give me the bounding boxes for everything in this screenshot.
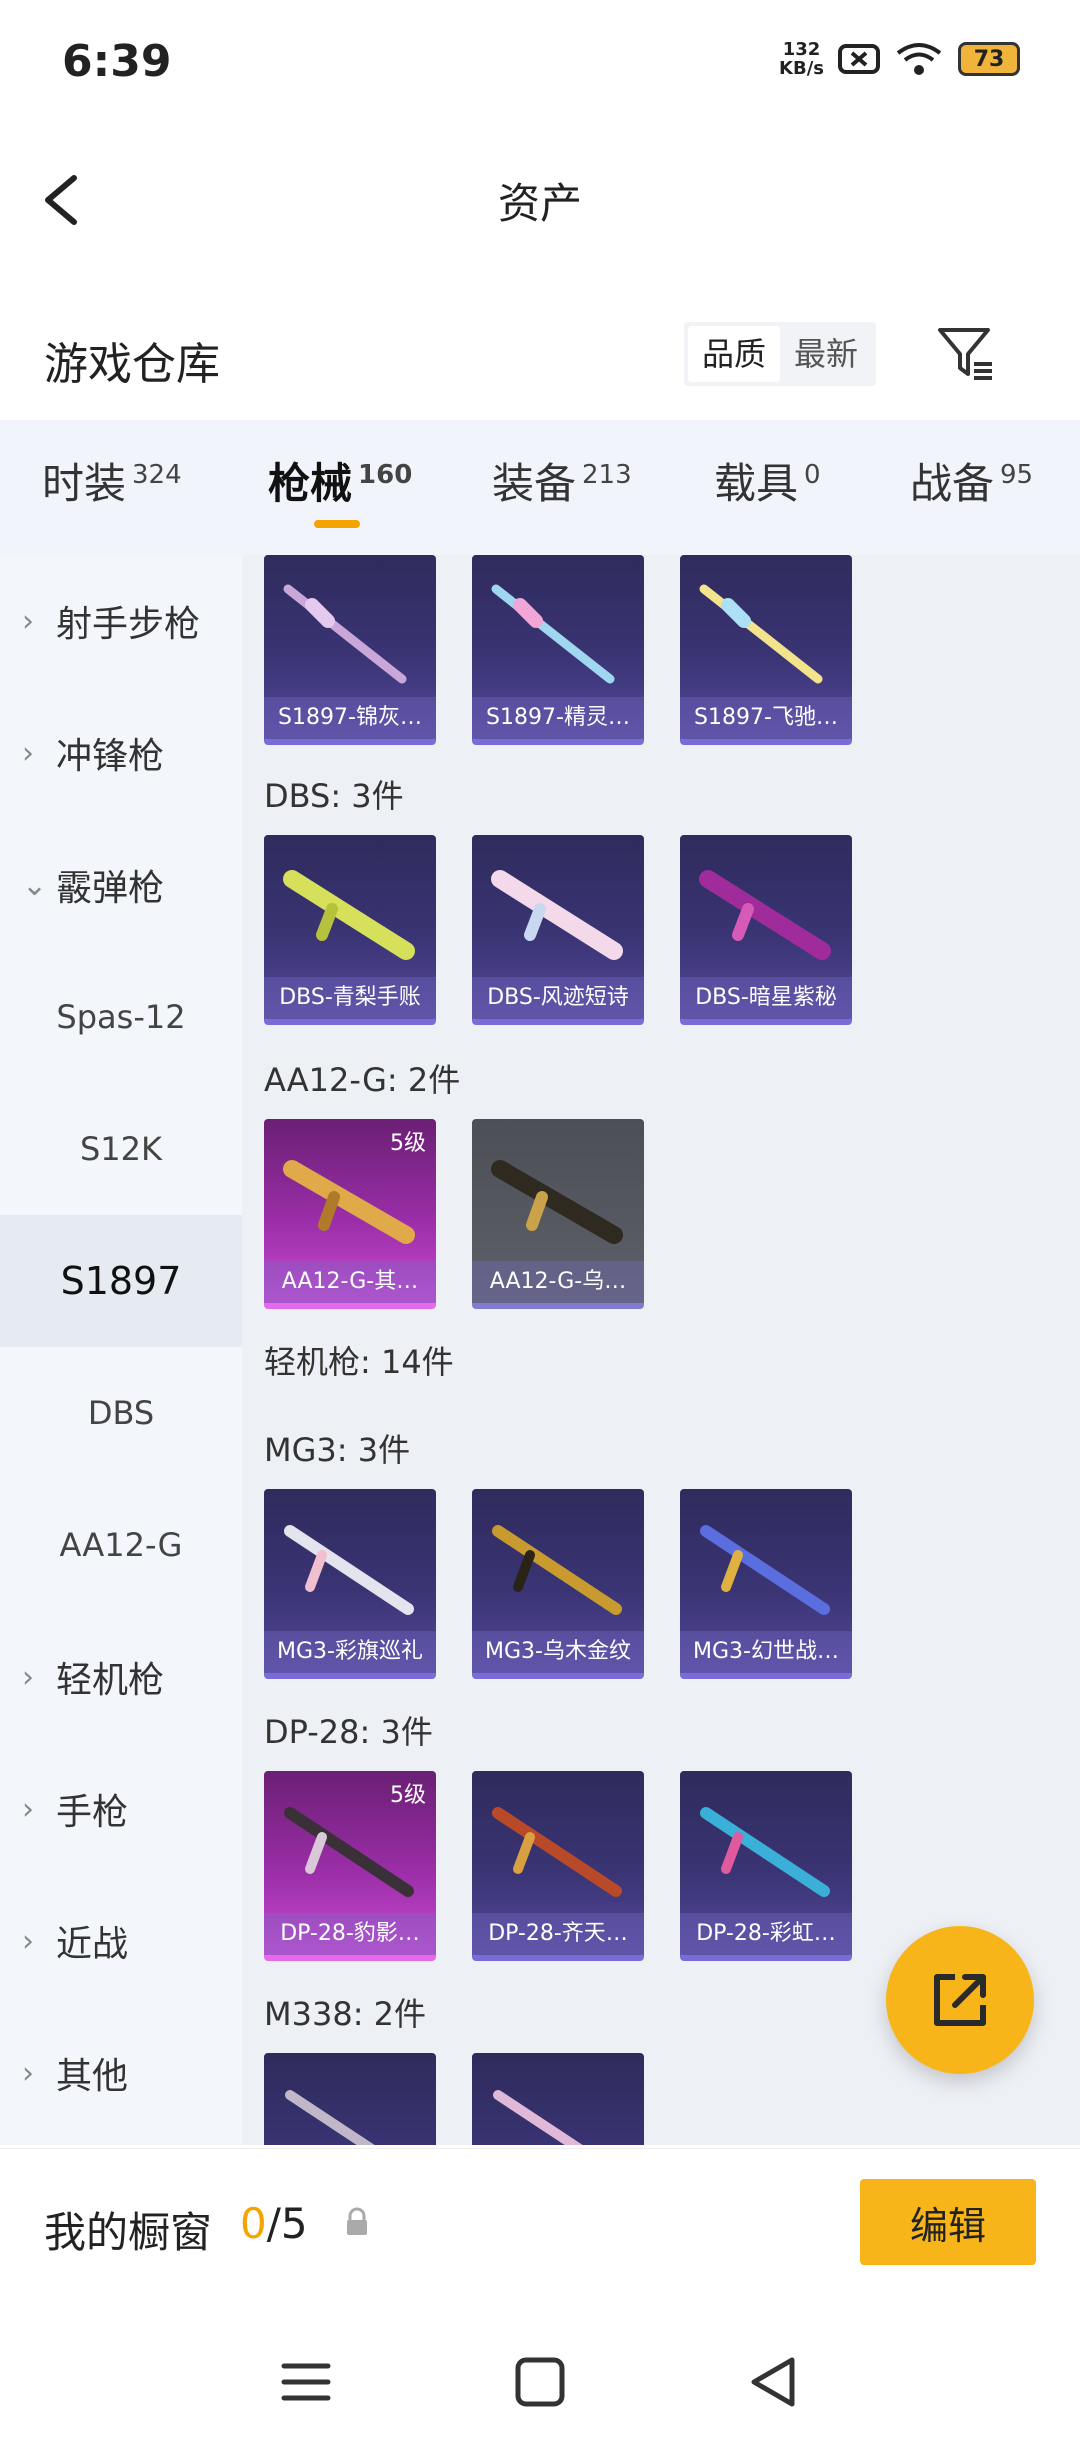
group-title-dbs: DBS: 3件 — [264, 777, 404, 815]
no-sim-icon — [838, 44, 880, 74]
lock-icon — [347, 2207, 367, 2235]
showcase-bar: 我的橱窗 0/5 编辑 — [0, 2148, 1080, 2309]
category-sidebar: › 射手步枪 › 冲锋枪 ⌄ 霰弹枪 Spas-12 S12K S1897 DBS A… — [0, 555, 242, 2145]
system-nav-bar — [0, 2308, 1080, 2460]
machine-gun-icon — [700, 1525, 830, 1615]
sort-latest-button[interactable]: 最新 — [780, 326, 872, 382]
machine-gun-icon — [700, 1807, 830, 1897]
sort-quality-button[interactable]: 品质 — [688, 326, 781, 382]
sidebar-item-pistol[interactable]: › 手枪 — [0, 1743, 242, 1875]
tab-fashion[interactable]: 时装 324 — [42, 450, 182, 511]
menu-icon[interactable] — [276, 2352, 336, 2412]
item-grid: S1897-锦灰… S1897-精灵… S1897-飞驰… DBS: 3件 DB… — [242, 555, 1080, 2145]
sidebar-item-s1897[interactable]: S1897 — [0, 1215, 242, 1347]
shotgun-icon — [491, 870, 623, 960]
section-header: 游戏仓库 品质 最新 — [0, 300, 1080, 410]
group-title-m338: M338: 2件 — [264, 1995, 427, 2033]
machine-gun-icon — [492, 1807, 622, 1897]
tab-firearms[interactable]: 枪械 160 — [268, 450, 412, 511]
tab-supplies[interactable]: 战备 95 — [910, 450, 1033, 511]
page-title: 资产 — [497, 179, 582, 228]
item-card[interactable]: MG3-幻世战… — [680, 1489, 852, 1679]
item-card[interactable]: AA12-G-乌… — [472, 1119, 644, 1309]
section-title: 游戏仓库 — [44, 339, 220, 390]
item-card[interactable]: DP-28-彩虹… — [680, 1771, 852, 1961]
item-card[interactable]: MG3-乌木金纹 — [472, 1489, 644, 1679]
chevron-down-icon: ⌄ — [22, 867, 48, 903]
chevron-right-icon: › — [22, 1659, 34, 1695]
shotgun-icon — [491, 584, 615, 684]
rifle-icon — [285, 2090, 375, 2145]
chevron-right-icon: › — [22, 2055, 34, 2091]
filter-icon[interactable] — [936, 324, 996, 384]
rifle-icon — [493, 2090, 583, 2145]
sidebar-item-other[interactable]: › 其他 — [0, 2007, 242, 2139]
item-card[interactable]: DBS-暗星紫秘 — [680, 835, 852, 1025]
shotgun-icon — [491, 1160, 623, 1244]
shotgun-icon — [283, 1160, 415, 1244]
sidebar-item-marksman-rifle[interactable]: › 射手步枪 — [0, 555, 242, 687]
shotgun-icon — [699, 584, 823, 684]
share-icon — [934, 1974, 986, 2026]
group-title-aa12g: AA12-G: 2件 — [264, 1061, 461, 1099]
item-card[interactable]: S1897-飞驰… — [680, 555, 852, 745]
item-card[interactable]: DBS-风迹短诗 — [472, 835, 644, 1025]
active-tab-indicator — [314, 520, 360, 528]
item-card[interactable]: S1897-精灵… — [472, 555, 644, 745]
item-card[interactable]: MG3-彩旗巡礼 — [264, 1489, 436, 1679]
shotgun-icon — [283, 870, 415, 960]
item-card[interactable]: 5级 AA12-G-其… — [264, 1119, 436, 1309]
battery-indicator: 73 — [958, 42, 1020, 76]
status-time: 6:39 — [62, 36, 172, 87]
group-title-dp28: DP-28: 3件 — [264, 1713, 433, 1751]
item-card[interactable]: S1897-锦灰… — [264, 555, 436, 745]
chevron-right-icon: › — [22, 603, 34, 639]
share-button[interactable] — [886, 1926, 1034, 2074]
wifi-icon — [896, 43, 942, 75]
item-card[interactable]: DP-28-齐天… — [472, 1771, 644, 1961]
group-title-mg3: MG3: 3件 — [264, 1431, 411, 1469]
top-bar: 资产 — [0, 150, 1080, 250]
sidebar-item-smg[interactable]: › 冲锋枪 — [0, 687, 242, 819]
chevron-right-icon: › — [22, 1791, 34, 1827]
shotgun-icon — [283, 584, 407, 684]
chevron-right-icon: › — [22, 735, 34, 771]
item-card[interactable]: 5级 DP-28-豹影… — [264, 1771, 436, 1961]
machine-gun-icon — [284, 1525, 414, 1615]
sidebar-item-spas12[interactable]: Spas-12 — [0, 951, 242, 1083]
tab-vehicles[interactable]: 载具 0 — [714, 450, 821, 511]
item-card[interactable]: DBS-青梨手账 — [264, 835, 436, 1025]
status-icons: 132 KB/s 73 — [779, 40, 1020, 78]
home-icon[interactable] — [510, 2352, 570, 2412]
sidebar-item-lmg[interactable]: › 轻机枪 — [0, 1611, 242, 1743]
sidebar-item-dbs[interactable]: DBS — [0, 1347, 242, 1479]
sort-toggle: 品质 最新 — [684, 322, 877, 386]
tab-equipment[interactable]: 装备 213 — [492, 450, 632, 511]
status-bar: 6:39 132 KB/s 73 — [0, 0, 1080, 130]
sidebar-item-melee[interactable]: › 近战 — [0, 1875, 242, 2007]
shotgun-icon — [699, 870, 831, 960]
machine-gun-icon — [492, 1525, 622, 1615]
item-card[interactable] — [264, 2053, 436, 2145]
sidebar-item-shotgun[interactable]: ⌄ 霰弹枪 — [0, 819, 242, 951]
edit-button[interactable]: 编辑 — [860, 2179, 1036, 2265]
sidebar-item-aa12g[interactable]: AA12-G — [0, 1479, 242, 1611]
category-tabs: 时装 324 枪械 160 装备 213 载具 0 战备 95 — [0, 420, 1080, 555]
machine-gun-icon — [284, 1807, 414, 1897]
group-title-lmg: 轻机枪: 14件 — [264, 1343, 454, 1381]
back-triangle-icon[interactable] — [744, 2352, 804, 2412]
showcase-count: 0/5 — [240, 2199, 308, 2248]
sidebar-item-s12k[interactable]: S12K — [0, 1083, 242, 1215]
item-card[interactable] — [472, 2053, 644, 2145]
network-speed: 132 KB/s — [779, 39, 824, 79]
showcase-label: 我的橱窗 — [44, 2208, 213, 2257]
chevron-right-icon: › — [22, 1923, 34, 1959]
